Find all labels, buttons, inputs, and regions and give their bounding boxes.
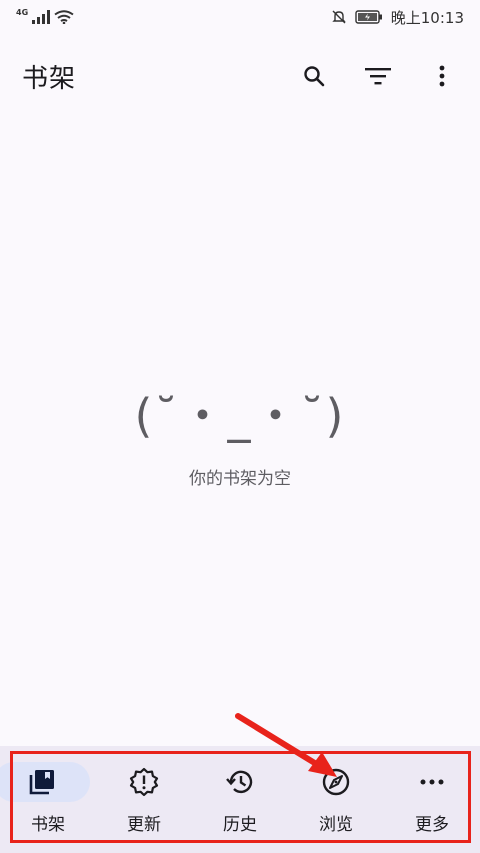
compass-icon (322, 768, 350, 796)
app-bar-actions (290, 52, 466, 100)
page-title: 书架 (22, 63, 77, 94)
nav-label-more: 更多 (415, 815, 449, 835)
nav-label-browse: 浏览 (319, 815, 353, 835)
nav-item-updates[interactable]: 更新 (96, 762, 192, 835)
clock: 晚上10:13 (390, 8, 464, 27)
empty-message: 你的书架为空 (189, 469, 291, 489)
nav-label-history: 历史 (223, 815, 257, 835)
nav-item-more[interactable]: 更多 (384, 762, 480, 835)
signal-icon (32, 10, 51, 24)
status-left: 4G (16, 7, 74, 24)
nav-item-library[interactable]: 书架 (0, 762, 96, 835)
nav-label-updates: 更新 (127, 815, 161, 835)
bottom-navigation: 书架 更新 历史 浏览 更多 (0, 746, 480, 853)
more-horiz-icon (420, 779, 444, 785)
nav-label-library: 书架 (31, 815, 65, 835)
nav-item-browse[interactable]: 浏览 (288, 762, 384, 835)
mute-bell-icon (332, 10, 346, 24)
network-type: 4G (16, 7, 29, 17)
status-right: 晚上10:13 (331, 7, 464, 28)
more-vert-icon (439, 65, 445, 87)
history-icon (226, 770, 253, 794)
screen: 4G 晚上10:13 书架 (˘・_・˘) 你的书架为空 书架 更新 历史 浏览… (0, 0, 480, 853)
battery-icon (355, 10, 382, 24)
wifi-icon (54, 10, 74, 24)
status-bar: 4G 晚上10:13 (0, 0, 480, 34)
more-options-button[interactable] (418, 52, 466, 100)
search-button[interactable] (290, 52, 338, 100)
empty-kaomoji: (˘・_・˘) (134, 389, 346, 443)
nav-item-history[interactable]: 历史 (192, 762, 288, 835)
empty-state: (˘・_・˘) 你的书架为空 (0, 380, 480, 489)
search-icon (304, 66, 325, 87)
top-app-bar: 书架 (0, 44, 480, 108)
library-icon (29, 770, 54, 795)
filter-icon (365, 68, 391, 85)
filter-button[interactable] (354, 52, 402, 100)
nav-active-indicator (0, 762, 90, 802)
update-badge-icon (129, 767, 159, 797)
